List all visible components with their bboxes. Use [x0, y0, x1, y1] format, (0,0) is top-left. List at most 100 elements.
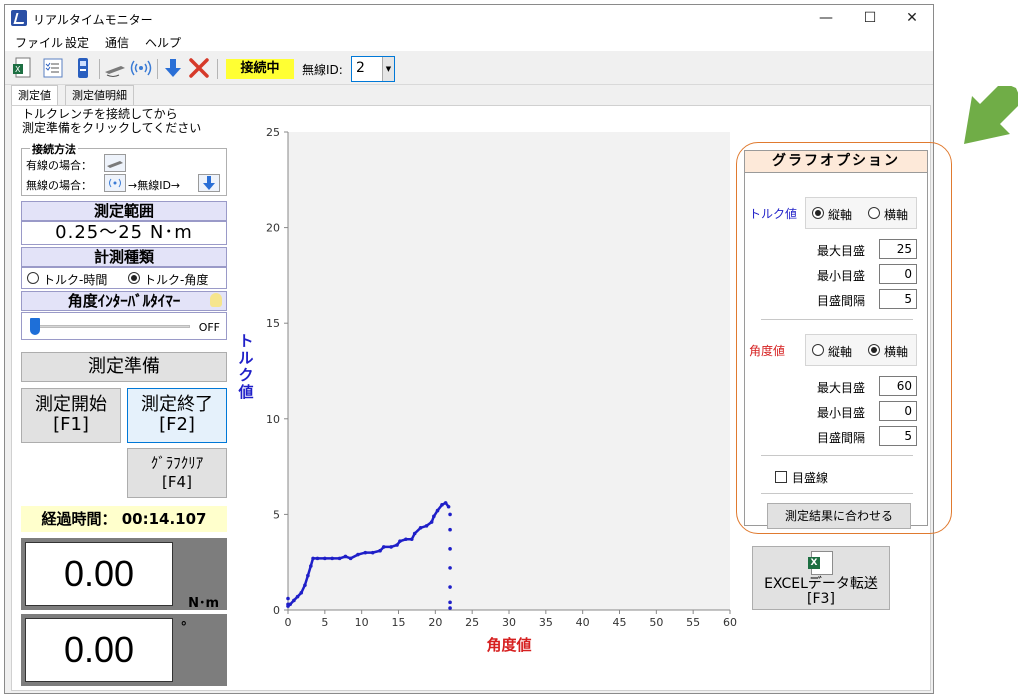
x-tick-label: 15 [392, 616, 406, 629]
angle-vertical-label: 縦軸 [828, 345, 853, 359]
menu-help[interactable]: ヘルプ [145, 34, 181, 51]
chevron-down-icon[interactable]: ▼ [382, 57, 394, 81]
data-point [311, 556, 315, 561]
data-point [309, 564, 313, 568]
angle-horizontal-label: 横軸 [884, 345, 909, 359]
torque-vertical-radio[interactable] [812, 207, 824, 219]
angle-vertical-radio[interactable] [812, 344, 824, 356]
data-point [448, 512, 452, 517]
slider-track[interactable] [34, 325, 190, 328]
angle-axis-label: 角度値 [749, 344, 786, 358]
torque-vertical-label: 縦軸 [828, 208, 853, 222]
wireless-id-value: 2 [356, 60, 365, 76]
data-point [418, 525, 423, 530]
menu-bar: ファイル 設定 通信 ヘルプ [5, 31, 933, 51]
torque-step-label: 目盛間隔 [817, 294, 866, 308]
wired-connect-icon [104, 154, 126, 172]
range-header: 測定範囲 [21, 201, 227, 221]
data-point [337, 556, 342, 561]
measure-type-options: トルク-時間 トルク-角度 [21, 267, 227, 289]
excel-transfer-button[interactable]: EXCELデータ転送 [F3] [752, 546, 890, 610]
torque-display: 0.00 [25, 542, 173, 606]
x-tick-label: 60 [723, 616, 737, 629]
measure-type-header: 計測種類 [21, 247, 227, 267]
angle-max-input[interactable]: 60 [879, 376, 917, 396]
data-point [398, 539, 402, 543]
minimize-button[interactable]: — [803, 5, 849, 31]
wired-connect-icon[interactable] [103, 56, 127, 80]
data-point [330, 556, 334, 561]
y-tick-label: 15 [266, 317, 280, 330]
data-point [295, 594, 300, 599]
data-point [292, 598, 296, 603]
menu-communication[interactable]: 通信 [105, 34, 129, 51]
data-point [435, 508, 440, 513]
toolbar-separator [157, 59, 158, 79]
angle-timer-header: 角度ｲﾝﾀｰﾊﾞﾙﾀｲﾏｰ [21, 291, 227, 311]
torque-step-input[interactable]: 5 [879, 289, 917, 309]
torque-max-input[interactable]: 25 [879, 239, 917, 259]
data-point [424, 524, 429, 528]
radio-torque-angle[interactable] [128, 272, 140, 284]
angle-min-input[interactable]: 0 [879, 401, 917, 421]
wireless-connect-icon[interactable] [129, 56, 153, 80]
chart-canvas: 0 5 10 15 20 25 30 35 40 45 50 55 60 0 5 10 15 20 25 角度値 トルク… [237, 126, 737, 654]
torque-max-label: 最大目盛 [817, 244, 866, 258]
x-tick-label: 45 [613, 616, 627, 629]
divider [761, 455, 913, 456]
range-value: 0.25〜25 N･m [21, 221, 227, 245]
angle-unit: ° [180, 620, 188, 635]
download-arrow-icon [198, 174, 220, 192]
data-point [381, 545, 386, 549]
close-button[interactable]: ✕ [889, 5, 935, 31]
angle-timer-slider-box: OFF [21, 312, 227, 340]
torque-horizontal-label: 横軸 [884, 208, 909, 222]
export-icon[interactable]: X [11, 56, 35, 80]
angle-step-input[interactable]: 5 [879, 426, 917, 446]
data-point [448, 566, 452, 570]
angle-meter: 0.00 ° [21, 614, 227, 686]
wireless-id-select[interactable]: 2 ▼ [351, 56, 395, 82]
excel-icon [808, 551, 833, 575]
checklist-icon[interactable] [41, 56, 65, 80]
angle-horizontal-radio[interactable] [868, 344, 880, 356]
device-icon[interactable] [71, 56, 95, 80]
x-tick-label: 35 [539, 616, 553, 629]
tab-measurement[interactable]: 測定値 [11, 85, 58, 106]
stop-button[interactable]: 測定終了 [F2] [127, 388, 227, 443]
torque-min-input[interactable]: 0 [879, 264, 917, 284]
plot-area [288, 132, 730, 610]
data-point [448, 585, 452, 589]
connection-method-group: 接続方法 有線の場合： 無線の場合： →無線ID→ [21, 141, 227, 196]
x-tick-label: 55 [686, 616, 700, 629]
lightbulb-icon [210, 293, 222, 307]
torque-horizontal-radio[interactable] [868, 207, 880, 219]
angle-max-label: 最大目盛 [817, 381, 866, 395]
prepare-button[interactable]: 測定準備 [21, 352, 227, 382]
measurement-panel: トルクレンチを接続してから 測定準備をクリックしてください 接続方法 有線の場合… [11, 105, 952, 691]
download-arrow-icon[interactable] [161, 56, 185, 80]
wireless-connect-icon [104, 174, 126, 192]
connection-method-legend: 接続方法 [30, 141, 78, 157]
menu-file[interactable]: ファイル [15, 34, 63, 51]
start-button[interactable]: 測定開始 [F1] [21, 388, 121, 443]
gridlines-checkbox[interactable] [775, 471, 787, 483]
menu-settings[interactable]: 設定 [65, 34, 89, 51]
tab-measurement-detail[interactable]: 測定値明細 [65, 85, 134, 105]
x-tick-label: 0 [285, 616, 292, 629]
data-point [404, 537, 408, 542]
window-title: リアルタイムモニター [33, 13, 153, 27]
data-point [378, 548, 382, 553]
radio-torque-time[interactable] [27, 272, 39, 284]
x-tick-label: 20 [428, 616, 442, 629]
fit-to-results-button[interactable]: 測定結果に合わせる [767, 503, 911, 529]
graph-clear-button[interactable]: ｸﾞﾗﾌｸﾘｱ [F4] [127, 448, 227, 498]
slider-thumb[interactable] [30, 318, 40, 335]
disconnect-x-icon[interactable] [187, 56, 211, 80]
data-point [448, 600, 452, 605]
data-point [348, 556, 353, 561]
maximize-button[interactable]: ☐ [847, 5, 893, 31]
divider [761, 319, 913, 320]
graph-options-title: グラフオプション [745, 151, 927, 173]
toolbar: X 接続中 無線ID: 2 ▼ [5, 51, 933, 85]
